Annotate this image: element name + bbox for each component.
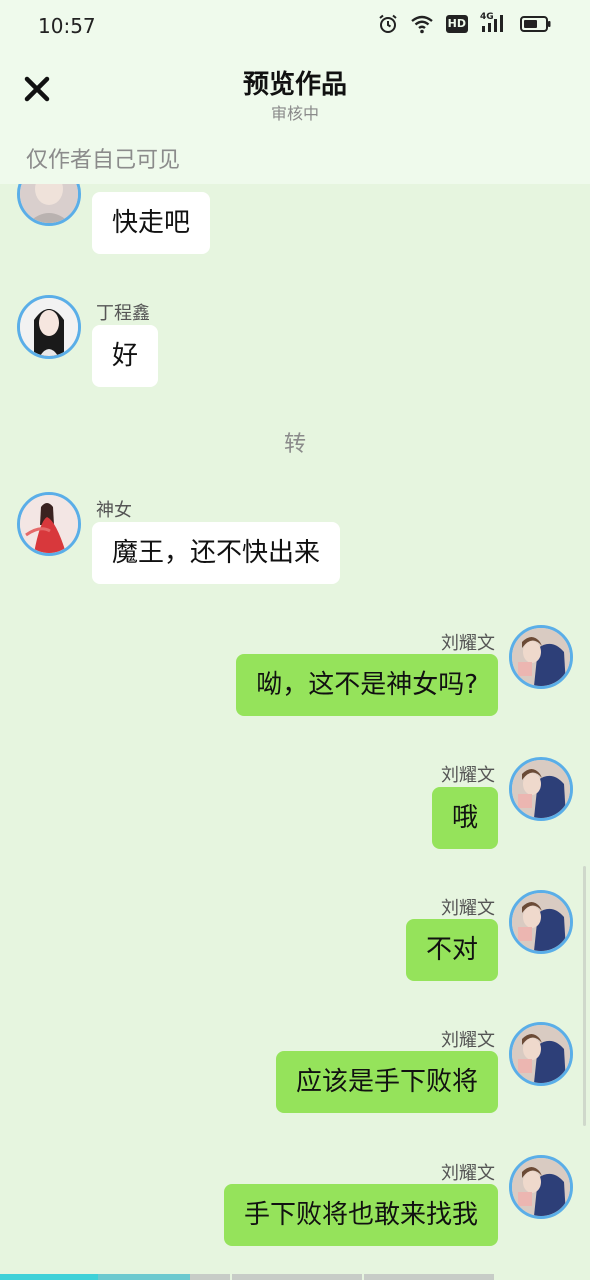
message-bubble[interactable]: 手下败将也敢来找我 [223,1184,498,1246]
avatar[interactable] [509,1022,573,1086]
progress-segment [232,1274,362,1280]
avatar[interactable] [509,890,573,954]
progress-segment [0,1274,98,1280]
sender-name: 刘耀文 [441,898,495,919]
progress-segment [190,1274,230,1280]
sender-name: 刘耀文 [441,1030,495,1051]
message-bubble[interactable]: 不对 [405,919,498,981]
scene-separator: 转 [283,432,306,457]
sender-name: 刘耀文 [441,1163,495,1184]
review-status: 审核中 [270,104,319,123]
avatar[interactable] [17,492,81,556]
battery-icon [520,16,551,32]
scrollbar[interactable] [583,866,586,1126]
avatar[interactable] [509,625,573,689]
sender-name: 刘耀文 [441,633,495,654]
avatar[interactable] [509,757,573,821]
wifi-icon [410,15,433,34]
hd-icon: HD [445,15,468,33]
message-bubble[interactable]: 呦，这不是神女吗? [236,654,498,716]
status-time: 10:57 [38,14,96,38]
status-bar: 10:57 HD 4G [0,0,590,52]
alarm-icon [379,14,397,33]
sender-name: 丁程鑫 [96,303,150,324]
message-bubble[interactable]: 魔王，还不快出来 [92,522,341,584]
4g-signal-icon: 4G [480,12,508,34]
progress-segment [364,1274,494,1280]
app-root: 10:57 HD 4G 预览作品 审核中 仅作者自己可见 快走吧 丁程鑫 好 转… [0,0,590,1280]
message-bubble[interactable]: 好 [92,325,159,387]
sender-name: 刘耀文 [441,765,495,786]
message-bubble[interactable]: 哦 [431,787,498,849]
message-bubble[interactable]: 快走吧 [92,192,211,254]
header: 预览作品 审核中 仅作者自己可见 [0,52,590,184]
avatar[interactable] [17,184,81,226]
status-icons: HD 4G [378,12,552,34]
avatar[interactable] [17,295,81,359]
chat-list[interactable]: 快走吧 丁程鑫 好 转 神女 魔王，还不快出来 刘耀文 呦，这不是神女吗? 刘耀… [0,184,590,1280]
visibility-note: 仅作者自己可见 [26,148,181,173]
progress-segments [0,1274,590,1280]
page-title: 预览作品 [242,70,347,100]
progress-segment [98,1274,190,1280]
avatar[interactable] [509,1155,573,1219]
sender-name: 神女 [96,500,132,521]
message-bubble[interactable]: 应该是手下败将 [275,1051,498,1113]
